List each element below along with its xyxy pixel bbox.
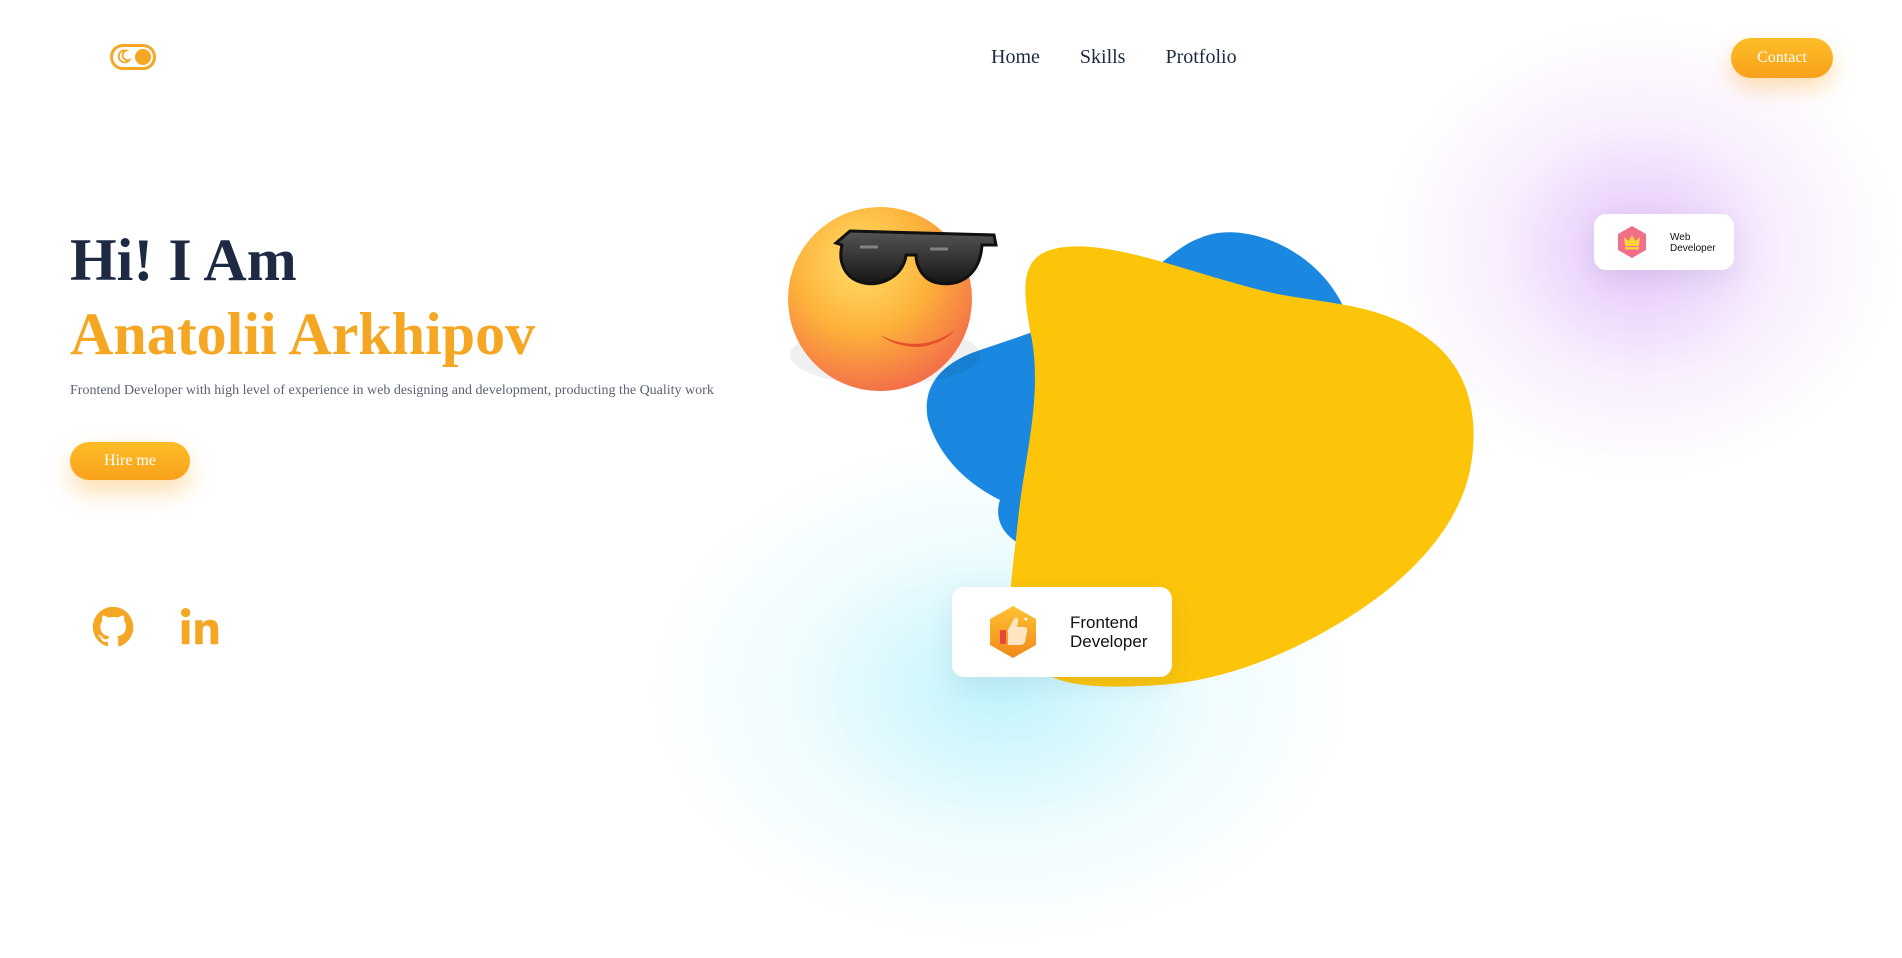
hero-greeting: Hi! I Am xyxy=(70,227,297,293)
linkedin-icon xyxy=(181,608,219,645)
nav-item-home[interactable]: Home xyxy=(991,46,1040,69)
hire-me-button[interactable]: Hire me xyxy=(70,442,190,480)
hero-name: Anatolii Arkhipov xyxy=(70,301,536,367)
github-icon xyxy=(92,606,134,647)
nav-item-portfolio[interactable]: Protfolio xyxy=(1165,46,1236,69)
toggle-knob xyxy=(135,49,151,65)
theme-toggle[interactable] xyxy=(110,44,156,70)
badge-label: Web Developer xyxy=(1670,232,1716,254)
badge-label: Frontend Developer xyxy=(1070,613,1148,651)
badge-frontend-developer: Frontend Developer xyxy=(952,587,1172,677)
crown-icon xyxy=(1618,226,1646,258)
nav-item-skills[interactable]: Skills xyxy=(1080,46,1126,69)
smiling-face-with-sunglasses-icon xyxy=(788,207,998,391)
linkedin-link[interactable] xyxy=(177,604,223,650)
moon-icon xyxy=(117,49,132,64)
main-nav: Home Skills Protfolio xyxy=(991,46,1237,69)
contact-button[interactable]: Contact xyxy=(1731,38,1833,78)
github-link[interactable] xyxy=(90,604,136,650)
hero-description: Frontend Developer with high level of ex… xyxy=(70,383,714,398)
thumbs-up-icon xyxy=(990,606,1036,658)
badge-web-developer: Web Developer xyxy=(1594,214,1734,270)
